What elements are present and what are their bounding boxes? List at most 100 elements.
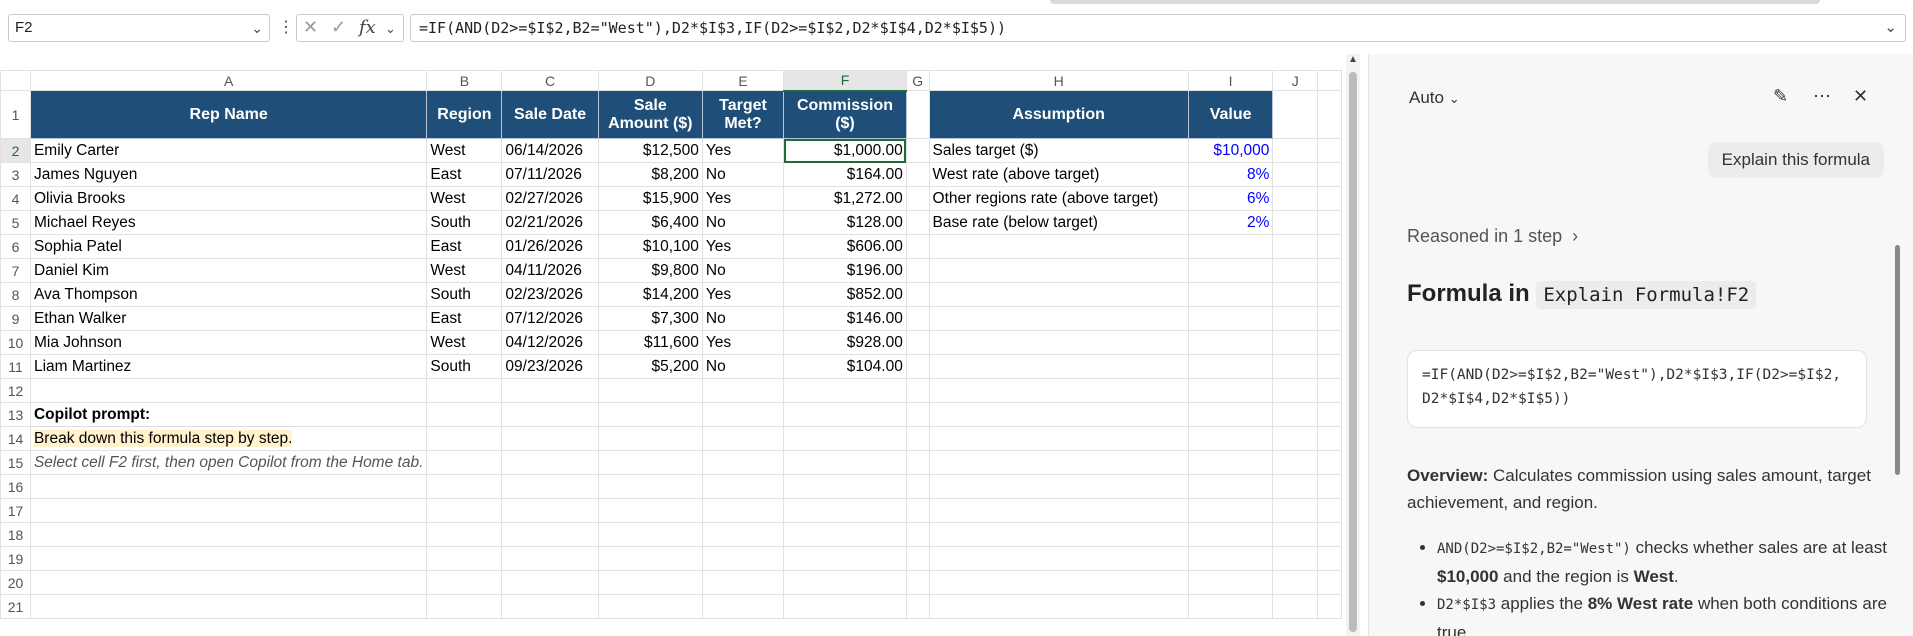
cell[interactable] xyxy=(1317,330,1342,355)
rep-name-cell[interactable]: Mia Johnson xyxy=(29,330,428,355)
assumption-label-cell[interactable]: Sales target ($) xyxy=(928,138,1189,163)
cell[interactable] xyxy=(426,570,503,595)
cell[interactable] xyxy=(1187,234,1274,259)
reasoning-toggle[interactable]: Reasoned in 1 step › xyxy=(1407,226,1578,247)
target-met-cell[interactable]: No xyxy=(701,162,785,187)
row-header[interactable]: 14 xyxy=(0,426,31,451)
cell[interactable] xyxy=(1272,450,1319,475)
cell[interactable] xyxy=(905,90,930,139)
cell[interactable] xyxy=(905,138,930,163)
rep-name-cell[interactable]: Ava Thompson xyxy=(29,282,428,307)
cell[interactable] xyxy=(501,474,599,499)
commission-cell[interactable]: $928.00 xyxy=(783,330,907,355)
cell[interactable] xyxy=(928,570,1189,595)
cell[interactable] xyxy=(1187,306,1274,331)
header-value[interactable]: Value xyxy=(1187,90,1274,139)
row-header[interactable]: 5 xyxy=(0,210,31,235)
sale-amount-cell[interactable]: $9,800 xyxy=(597,258,703,283)
cell[interactable] xyxy=(905,234,930,259)
sale-amount-cell[interactable]: $6,400 xyxy=(597,210,703,235)
scroll-thumb[interactable] xyxy=(1349,72,1357,632)
cell[interactable] xyxy=(426,426,503,451)
worksheet-grid[interactable]: A B C D E F G H I J 1 Rep Name Region Sale Date Sale A… xyxy=(0,54,1342,636)
sale-date-cell[interactable]: 09/23/2026 xyxy=(501,354,599,379)
cell[interactable] xyxy=(1187,450,1274,475)
target-met-cell[interactable]: No xyxy=(701,258,785,283)
cell[interactable] xyxy=(1317,258,1342,283)
column-header-j[interactable]: J xyxy=(1272,70,1319,91)
cell[interactable] xyxy=(928,498,1189,523)
cell[interactable] xyxy=(783,498,907,523)
assumption-label-cell[interactable]: Base rate (below target) xyxy=(928,210,1189,235)
cell[interactable] xyxy=(1272,474,1319,499)
cell[interactable] xyxy=(426,498,503,523)
target-met-cell[interactable]: No xyxy=(701,210,785,235)
commission-cell[interactable]: $164.00 xyxy=(783,162,907,187)
cell[interactable] xyxy=(1317,498,1342,523)
cell[interactable] xyxy=(905,378,930,403)
cell[interactable] xyxy=(905,306,930,331)
region-cell[interactable]: West xyxy=(426,258,503,283)
prompt-label-cell[interactable]: Copilot prompt: xyxy=(29,402,428,427)
row-header[interactable]: 8 xyxy=(0,282,31,307)
cell[interactable] xyxy=(29,546,428,571)
target-met-cell[interactable]: Yes xyxy=(701,138,785,163)
sale-amount-cell[interactable]: $10,100 xyxy=(597,234,703,259)
cell[interactable] xyxy=(1272,378,1319,403)
commission-cell[interactable]: $128.00 xyxy=(783,210,907,235)
row-header[interactable]: 13 xyxy=(0,402,31,427)
cell[interactable] xyxy=(701,546,785,571)
row-header[interactable]: 17 xyxy=(0,498,31,523)
target-met-cell[interactable]: No xyxy=(701,306,785,331)
cell[interactable] xyxy=(1187,522,1274,547)
target-met-cell[interactable]: Yes xyxy=(701,282,785,307)
cell[interactable] xyxy=(1272,594,1319,619)
formula-input[interactable]: =IF(AND(D2>=$I$2,B2="West"),D2*$I$3,IF(D… xyxy=(410,14,1906,42)
cell[interactable] xyxy=(701,378,785,403)
cell[interactable] xyxy=(905,594,930,619)
cell[interactable] xyxy=(1317,402,1342,427)
cell[interactable] xyxy=(783,570,907,595)
cell[interactable] xyxy=(597,594,703,619)
sale-amount-cell[interactable]: $12,500 xyxy=(597,138,703,163)
commission-cell[interactable]: $606.00 xyxy=(783,234,907,259)
header-rep[interactable]: Rep Name xyxy=(29,90,428,139)
row-header[interactable]: 18 xyxy=(0,522,31,547)
cell[interactable] xyxy=(1187,378,1274,403)
cell[interactable] xyxy=(905,450,930,475)
cell[interactable] xyxy=(1317,234,1342,259)
sale-date-cell[interactable]: 02/27/2026 xyxy=(501,186,599,211)
row-header[interactable]: 20 xyxy=(0,570,31,595)
region-cell[interactable]: South xyxy=(426,354,503,379)
vertical-scrollbar[interactable]: ▲ xyxy=(1346,54,1360,636)
row-header[interactable]: 19 xyxy=(0,546,31,571)
cell[interactable] xyxy=(29,594,428,619)
rep-name-cell[interactable]: Liam Martinez xyxy=(29,354,428,379)
sale-date-cell[interactable]: 04/12/2026 xyxy=(501,330,599,355)
mode-selector[interactable]: Auto ⌄ xyxy=(1409,88,1460,108)
cell[interactable] xyxy=(1317,162,1342,187)
cell[interactable] xyxy=(1272,330,1319,355)
header-date[interactable]: Sale Date xyxy=(501,90,599,139)
cell[interactable] xyxy=(1187,498,1274,523)
cell[interactable] xyxy=(29,474,428,499)
sale-amount-cell[interactable]: $7,300 xyxy=(597,306,703,331)
row-header[interactable]: 16 xyxy=(0,474,31,499)
cell[interactable] xyxy=(905,282,930,307)
cell[interactable] xyxy=(928,450,1189,475)
rep-name-cell[interactable]: James Nguyen xyxy=(29,162,428,187)
scroll-up-icon[interactable]: ▲ xyxy=(1348,54,1358,65)
row-header[interactable]: 11 xyxy=(0,354,31,379)
cell[interactable] xyxy=(1317,594,1342,619)
rep-name-cell[interactable]: Michael Reyes xyxy=(29,210,428,235)
cell[interactable] xyxy=(783,474,907,499)
cell[interactable] xyxy=(426,474,503,499)
region-cell[interactable]: East xyxy=(426,306,503,331)
cell[interactable] xyxy=(1317,378,1342,403)
cell[interactable] xyxy=(783,426,907,451)
cell[interactable] xyxy=(501,426,599,451)
region-cell[interactable]: West xyxy=(426,330,503,355)
cell[interactable] xyxy=(1272,138,1319,163)
column-header-c[interactable]: C xyxy=(501,70,599,91)
cell[interactable] xyxy=(426,594,503,619)
